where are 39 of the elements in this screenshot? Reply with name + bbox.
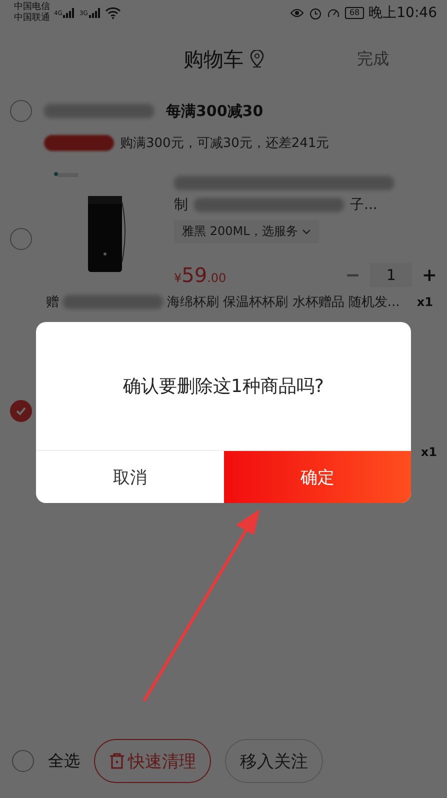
checkmark-icon bbox=[15, 404, 27, 416]
carrier-name: 中国电信 bbox=[14, 2, 50, 12]
promo-title: 每满300减30 bbox=[166, 102, 264, 120]
done-link[interactable]: 完成 bbox=[357, 48, 389, 70]
spec-selector[interactable]: 雅黑 200ML，选服务 bbox=[174, 220, 319, 243]
gift-label: 赠 bbox=[46, 294, 59, 311]
gift-quantity: x1 bbox=[416, 295, 433, 309]
decrease-button[interactable]: − bbox=[345, 264, 360, 286]
checkbox[interactable] bbox=[10, 228, 32, 250]
checkbox[interactable] bbox=[10, 400, 32, 422]
product-price: ¥59.00 bbox=[174, 263, 226, 287]
increase-button[interactable]: + bbox=[422, 264, 437, 286]
product-title-fragment: 子... bbox=[350, 196, 378, 214]
gift-description: 海绵杯刷 保温杯杯刷 水杯赠品 随机发... bbox=[167, 294, 400, 311]
wifi-icon bbox=[104, 7, 121, 19]
speedometer-icon bbox=[327, 6, 340, 20]
carrier-name: 中国联通 bbox=[14, 13, 50, 24]
move-to-favorites-button[interactable]: 移入关注 bbox=[225, 739, 323, 783]
quick-clear-button[interactable]: 快速清理 bbox=[94, 739, 211, 783]
battery-level: 68 bbox=[345, 7, 364, 19]
promo-tag bbox=[44, 135, 114, 151]
trash-icon bbox=[109, 752, 125, 770]
signal-icon bbox=[88, 8, 101, 18]
checkbox[interactable] bbox=[12, 750, 34, 772]
chevron-down-icon bbox=[302, 228, 311, 234]
checkbox[interactable] bbox=[10, 100, 32, 122]
clock-time: 晚上10:46 bbox=[368, 4, 437, 22]
dialog-message: 确认要删除这1种商品吗? bbox=[122, 375, 324, 398]
confirm-button[interactable]: 确定 bbox=[224, 451, 411, 503]
page-title: 购物车 bbox=[184, 46, 244, 72]
location-pin-icon bbox=[250, 50, 264, 68]
select-all-label: 全选 bbox=[48, 750, 80, 772]
signal-icon bbox=[63, 8, 76, 18]
product-title-fragment: 制 bbox=[174, 196, 188, 214]
gift-quantity: x1 bbox=[420, 445, 437, 459]
promo-text: 购满300元，可减30元，还差241元 bbox=[120, 135, 330, 152]
eye-icon bbox=[290, 8, 304, 18]
quantity-field[interactable]: 1 bbox=[370, 263, 412, 287]
alarm-icon bbox=[309, 6, 322, 20]
